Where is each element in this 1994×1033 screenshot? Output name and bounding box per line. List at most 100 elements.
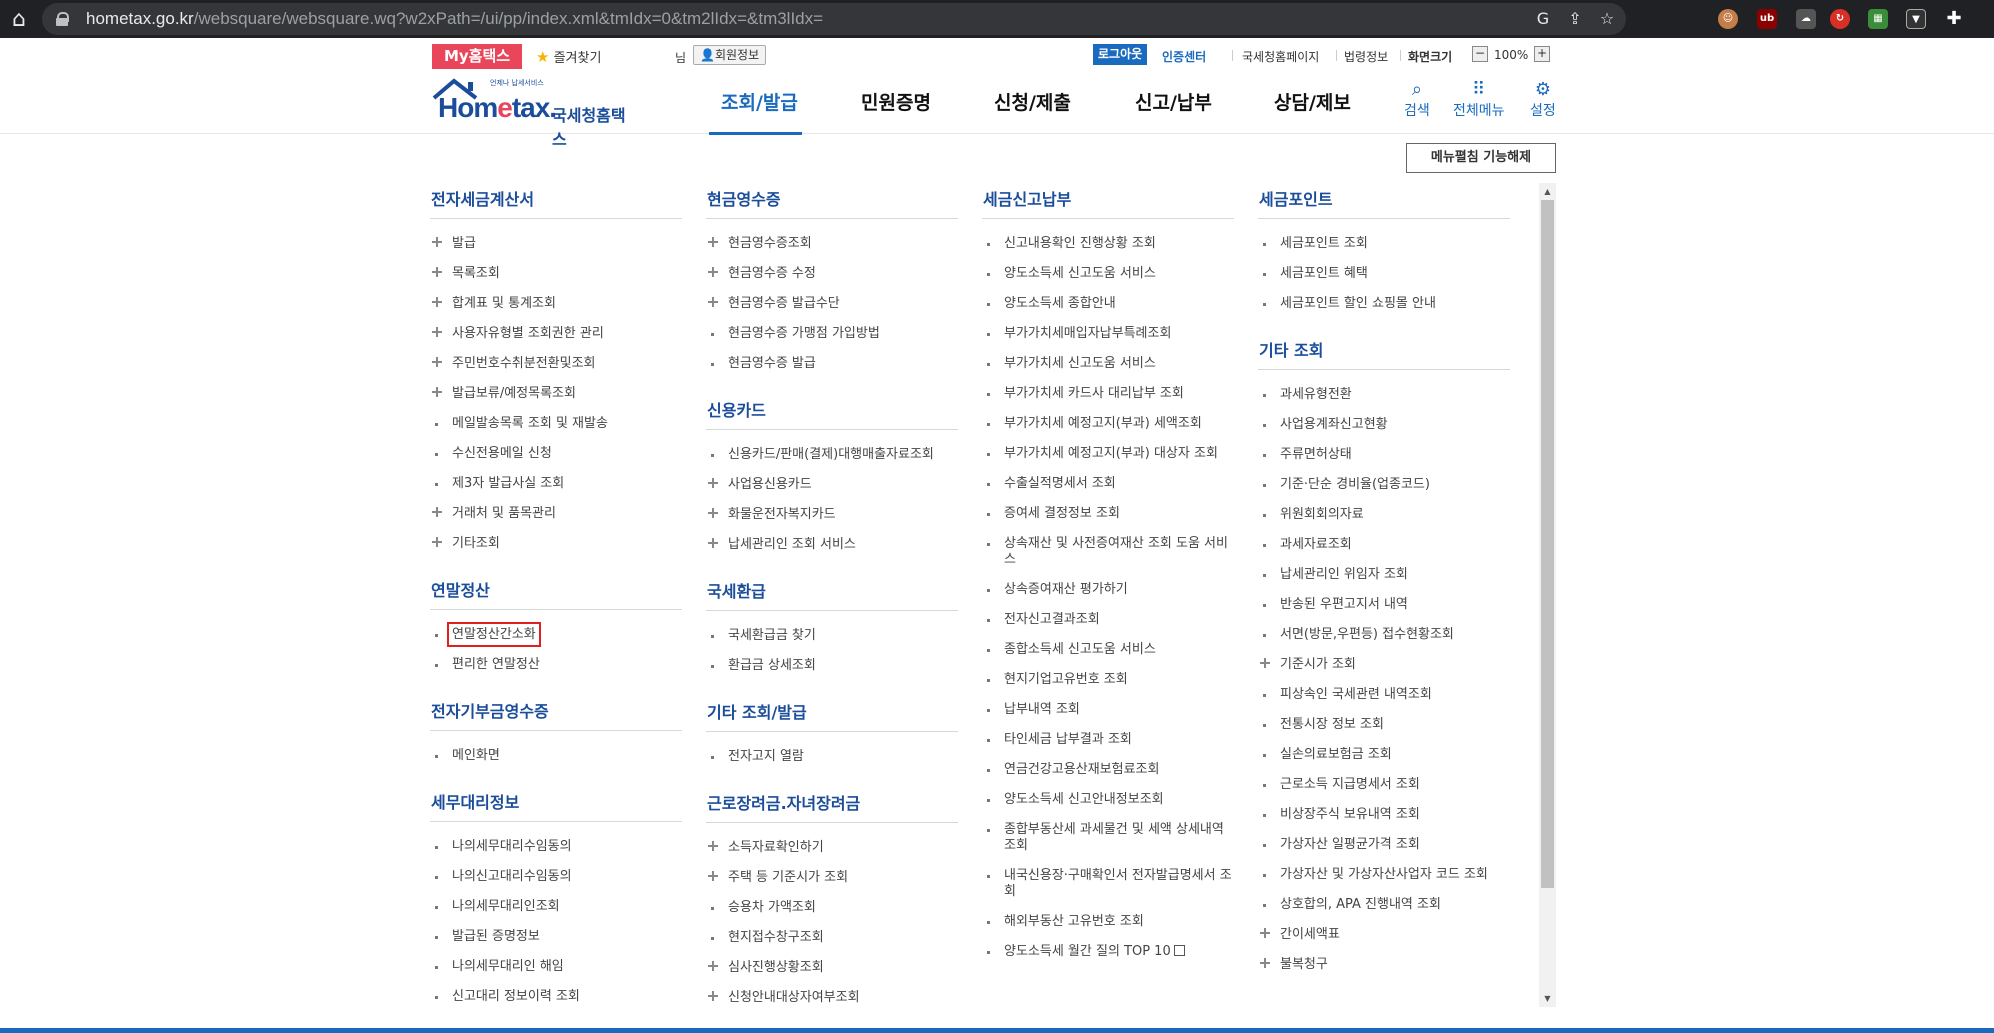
menu-item[interactable]: 상속재산 및 사전증여재산 조회 도움 서비스 — [982, 529, 1234, 575]
section-title[interactable]: 전자기부금영수증 — [430, 698, 682, 731]
menu-item[interactable]: 편리한 연말정산 — [430, 650, 682, 680]
menu-item-highlighted[interactable]: 연말정산간소화 — [430, 620, 682, 650]
menu-item[interactable]: 수출실적명세서 조회 — [982, 469, 1234, 499]
red-extension-icon[interactable]: ↻ — [1830, 9, 1850, 29]
menu-item[interactable]: 해외부동산 고유번호 조회 — [982, 907, 1234, 937]
menu-item[interactable]: 간이세액표 — [1258, 920, 1510, 950]
menu-item[interactable]: 주민번호수취분전환및조회 — [430, 349, 682, 379]
menu-item[interactable]: 현금영수증 가맹점 가입방법 — [706, 319, 958, 349]
menu-item[interactable]: 메일발송목록 조회 및 재발송 — [430, 409, 682, 439]
scroll-up-icon[interactable]: ▲ — [1539, 183, 1556, 200]
menu-item[interactable]: 세금포인트 혜택 — [1258, 259, 1510, 289]
menu-item[interactable]: 서면(방문,우편등) 접수현황조회 — [1258, 620, 1510, 650]
hometax-logo[interactable]: 언제나 납세서비스 Hometax. 국세청홈택스 — [430, 76, 640, 149]
bookmark-star-icon[interactable]: ☆ — [1598, 10, 1616, 28]
menu-item[interactable]: 비상장주식 보유내역 조회 — [1258, 800, 1510, 830]
menu-item[interactable]: 현금영수증 발급수단 — [706, 289, 958, 319]
logout-button[interactable]: 로그아웃 — [1093, 44, 1148, 65]
menu-item[interactable]: 사용자유형별 조회권한 관리 — [430, 319, 682, 349]
section-title[interactable]: 신용카드 — [706, 397, 958, 430]
section-title[interactable]: 전자세금계산서 — [430, 186, 682, 219]
scroll-down-icon[interactable]: ▼ — [1539, 990, 1556, 1007]
menu-item[interactable]: 부가가치세 카드사 대리납부 조회 — [982, 379, 1234, 409]
menu-item[interactable]: 양도소득세 신고안내정보조회 — [982, 785, 1234, 815]
menu-item[interactable]: 메인화면 — [430, 741, 682, 771]
menu-item[interactable]: 심사진행상황조회 — [706, 953, 958, 983]
menu-item[interactable]: 현금영수증조회 — [706, 229, 958, 259]
menu-item[interactable]: 나의세무대리인 해임 — [430, 952, 682, 982]
menu-item[interactable]: 사업용신용카드 — [706, 470, 958, 500]
menu-item[interactable]: 반송된 우편고지서 내역 — [1258, 590, 1510, 620]
url-text[interactable]: hometax.go.kr/websquare/websquare.wq?w2x… — [86, 9, 823, 29]
section-title[interactable]: 현금영수증 — [706, 186, 958, 219]
extension-avatar-icon[interactable]: ☺ — [1718, 9, 1738, 29]
search-button[interactable]: ⌕ 검색 — [1404, 80, 1430, 120]
menu-item[interactable]: 신고대리 정보이력 조회 — [430, 982, 682, 1012]
menu-item[interactable]: 전자고지 열람 — [706, 742, 958, 772]
settings-button[interactable]: ⚙ 설정 — [1530, 80, 1556, 120]
menu-item[interactable]: 주택 등 기준시가 조회 — [706, 863, 958, 893]
colorful-extension-icon[interactable]: ▦ — [1868, 9, 1888, 29]
zoom-out-button[interactable]: − — [1472, 46, 1488, 62]
lock-icon[interactable] — [56, 12, 69, 26]
menu-item[interactable]: 과세자료조회 — [1258, 530, 1510, 560]
menu-item[interactable]: 전자신고결과조회 — [982, 605, 1234, 635]
section-title[interactable]: 기타 조회 — [1258, 337, 1510, 370]
gnb-report-pay[interactable]: 신고/납부 — [1135, 88, 1212, 115]
section-title[interactable]: 연말정산 — [430, 577, 682, 610]
menu-item[interactable]: 제3자 발급사실 조회 — [430, 469, 682, 499]
menu-item[interactable]: 소득자료확인하기 — [706, 833, 958, 863]
menu-item[interactable]: 승용차 가액조회 — [706, 893, 958, 923]
zoom-in-button[interactable]: + — [1534, 46, 1550, 62]
menu-item[interactable]: 현금영수증 발급 — [706, 349, 958, 379]
gnb-apply-submit[interactable]: 신청/제출 — [994, 88, 1071, 115]
menu-item[interactable]: 내국신용장·구매확인서 전자발급명세서 조회 — [982, 861, 1234, 907]
section-title[interactable]: 세금신고납부 — [982, 186, 1234, 219]
menu-item[interactable]: 부가가치세 예정고지(부과) 대상자 조회 — [982, 439, 1234, 469]
menu-item[interactable]: 증여세 결정정보 조회 — [982, 499, 1234, 529]
menu-item[interactable]: 수신전용메일 신청 — [430, 439, 682, 469]
cert-center-link[interactable]: 인증센터 — [1162, 48, 1206, 65]
menu-item[interactable]: 부가가치세 예정고지(부과) 세액조회 — [982, 409, 1234, 439]
menu-item[interactable]: 종합부동산세 과세물건 및 세액 상세내역 조회 — [982, 815, 1234, 861]
section-title[interactable]: 세무대리정보 — [430, 789, 682, 822]
menu-item[interactable]: 발급 — [430, 229, 682, 259]
section-title[interactable]: 근로장려금.자녀장려금 — [706, 790, 958, 823]
menu-item[interactable]: 발급된 증명정보 — [430, 922, 682, 952]
menu-item[interactable]: 양도소득세 종합안내 — [982, 289, 1234, 319]
law-info-link[interactable]: 법령정보 — [1344, 48, 1388, 65]
menu-item[interactable]: 신용카드/판매(결제)대행매출자료조회 — [706, 440, 958, 470]
my-hometax-button[interactable]: My홈택스 — [432, 44, 522, 69]
share-icon[interactable]: ⇪ — [1566, 10, 1584, 28]
puzzle-extensions-icon[interactable]: ✚ — [1944, 9, 1964, 29]
menu-item[interactable]: 기타조회 — [430, 529, 682, 559]
menu-item[interactable]: 근로소득 지급명세서 조회 — [1258, 770, 1510, 800]
ublock-icon[interactable]: ub — [1757, 9, 1777, 29]
favorites-link[interactable]: ★ 즐겨찾기 — [536, 47, 601, 66]
menu-item[interactable]: 세금포인트 할인 쇼핑몰 안내 — [1258, 289, 1510, 319]
menu-item[interactable]: 현금영수증 수정 — [706, 259, 958, 289]
weather-extension-icon[interactable]: ☁ — [1796, 9, 1816, 29]
gnb-inquiry-issue[interactable]: 조회/발급 — [721, 88, 798, 115]
section-title[interactable]: 세금포인트 — [1258, 186, 1510, 219]
menu-item[interactable]: 화물운전자복지카드 — [706, 500, 958, 530]
menu-item[interactable]: 피상속인 국세관련 내역조회 — [1258, 680, 1510, 710]
menu-item[interactable]: 합계표 및 통계조회 — [430, 289, 682, 319]
menu-item[interactable]: 목록조회 — [430, 259, 682, 289]
section-title[interactable]: 기타 조회/발급 — [706, 699, 958, 732]
menu-item[interactable]: 양도소득세 신고도움 서비스 — [982, 259, 1234, 289]
menu-item[interactable]: 나의세무대리인조회 — [430, 892, 682, 922]
menu-item[interactable]: 현지접수창구조회 — [706, 923, 958, 953]
menu-item[interactable]: 사업용계좌신고현황 — [1258, 410, 1510, 440]
scrollbar-thumb[interactable] — [1541, 200, 1554, 888]
menu-item[interactable]: 과세유형전환 — [1258, 380, 1510, 410]
gnb-civil-certificate[interactable]: 민원증명 — [861, 88, 931, 115]
all-menu-button[interactable]: ⠿ 전체메뉴 — [1453, 80, 1505, 120]
address-bar[interactable]: hometax.go.kr/websquare/websquare.wq?w2x… — [42, 3, 1626, 35]
gnb-consult-report[interactable]: 상담/제보 — [1274, 88, 1351, 115]
menu-item[interactable]: 연금건강고용산재보험료조회 — [982, 755, 1234, 785]
section-title[interactable]: 국세환급 — [706, 578, 958, 611]
menu-item[interactable]: 신고내용확인 진행상황 조회 — [982, 229, 1234, 259]
menu-item[interactable]: 가상자산 일평균가격 조회 — [1258, 830, 1510, 860]
menu-item[interactable]: 양도소득세 월간 질의 TOP 10 — [982, 937, 1234, 967]
